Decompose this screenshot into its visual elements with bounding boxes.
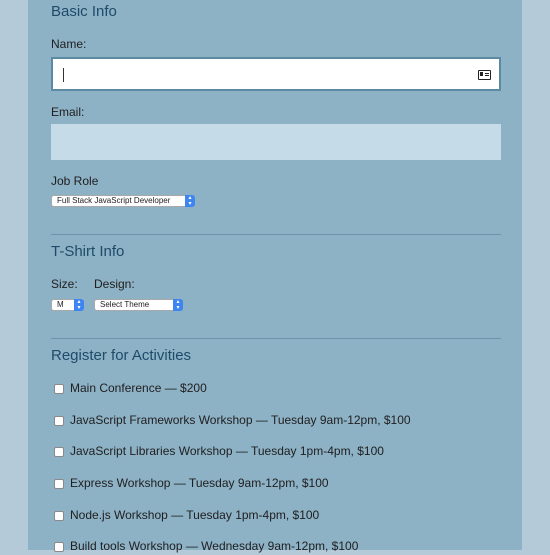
job-role-select[interactable]: Full Stack JavaScript Developer ▴ ▾: [51, 195, 195, 207]
select-arrows-icon: ▴ ▾: [185, 195, 195, 207]
activity-label: JavaScript Libraries Workshop — Tuesday …: [70, 444, 384, 458]
basic-info-heading: Basic Info: [51, 3, 117, 20]
form-panel: Basic Info Name: Email: Job Role Full St…: [28, 0, 522, 553]
email-label: Email:: [51, 105, 85, 119]
tshirt-info-heading: T-Shirt Info: [51, 243, 125, 260]
select-arrows-icon: ▴ ▾: [173, 299, 183, 311]
activity-checkbox[interactable]: [54, 447, 64, 457]
activity-label: JavaScript Frameworks Workshop — Tuesday…: [70, 413, 411, 427]
activity-checkbox[interactable]: [54, 416, 64, 426]
activity-checkbox[interactable]: [54, 511, 64, 521]
activity-label: Node.js Workshop — Tuesday 1pm-4pm, $100: [70, 508, 320, 522]
size-label: Size:: [51, 277, 78, 291]
section-divider: [51, 338, 501, 339]
activity-checkbox[interactable]: [54, 542, 64, 552]
section-divider: [51, 234, 501, 235]
size-select[interactable]: M ▴ ▾: [51, 299, 84, 311]
select-arrows-icon: ▴ ▾: [74, 299, 84, 311]
job-role-label: Job Role: [51, 174, 99, 188]
activity-label: Express Workshop — Tuesday 9am-12pm, $10…: [70, 476, 329, 490]
activity-label: Build tools Workshop — Wednesday 9am-12p…: [70, 539, 359, 553]
text-caret: [63, 68, 64, 82]
size-selected-value: M: [57, 300, 64, 309]
job-role-selected-value: Full Stack JavaScript Developer: [57, 196, 171, 205]
design-selected-value: Select Theme: [100, 300, 150, 309]
activity-checkbox[interactable]: [54, 384, 64, 394]
contact-card-icon[interactable]: [478, 70, 491, 80]
design-select[interactable]: Select Theme ▴ ▾: [94, 299, 183, 311]
design-label: Design:: [94, 277, 135, 291]
activity-label: Main Conference — $200: [70, 381, 207, 395]
name-input[interactable]: [51, 57, 501, 91]
email-input[interactable]: [51, 124, 501, 160]
activity-checkbox[interactable]: [54, 479, 64, 489]
name-label: Name:: [51, 37, 87, 51]
activities-heading: Register for Activities: [51, 347, 192, 364]
